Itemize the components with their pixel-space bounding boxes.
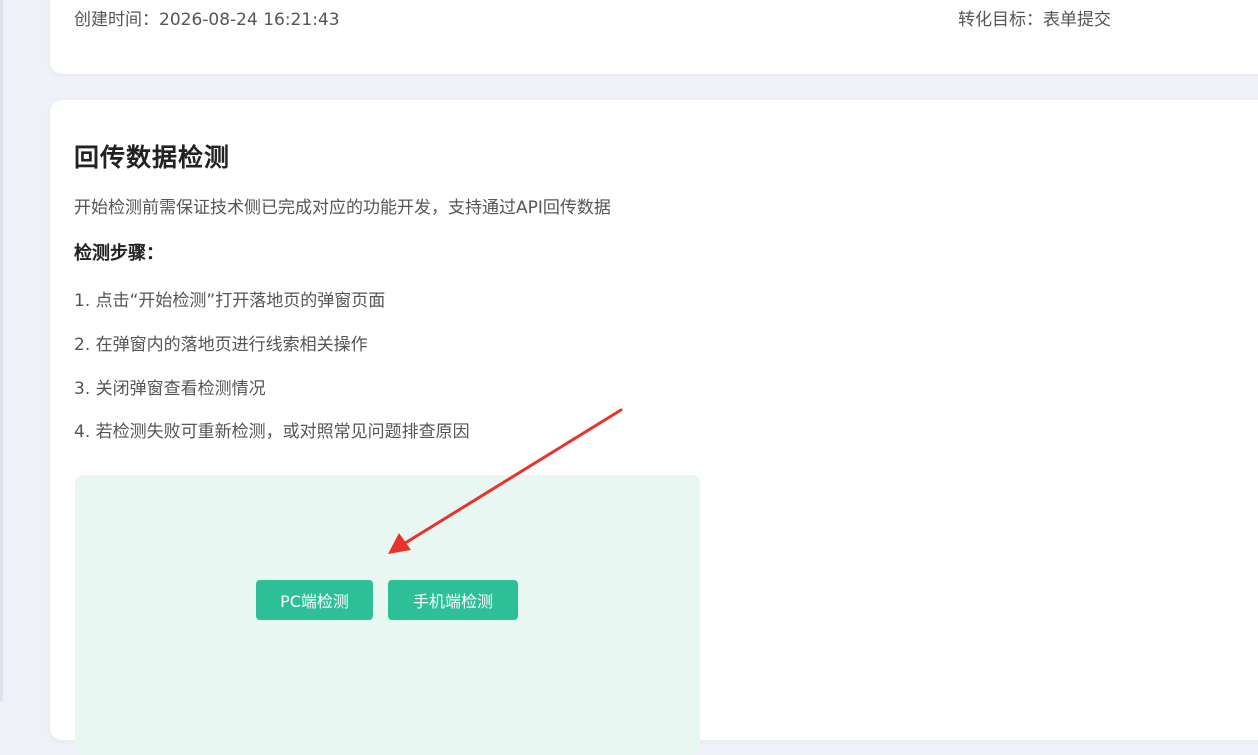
left-rail bbox=[0, 0, 3, 701]
section-description: 开始检测前需保证技术侧已完成对应的功能开发，支持通过API回传数据 bbox=[74, 198, 611, 218]
step-item: 2. 在弹窗内的落地页进行线索相关操作 bbox=[74, 335, 368, 355]
steps-heading: 检测步骤： bbox=[74, 243, 164, 264]
created-time: 创建时间：2026-08-24 16:21:43 bbox=[74, 10, 340, 30]
detection-card: 回传数据检测 开始检测前需保证技术侧已完成对应的功能开发，支持通过API回传数据… bbox=[50, 100, 1258, 755]
info-card: 创建时间：2026-08-24 16:21:43 转化目标：表单提交 bbox=[50, 0, 1258, 74]
step-item: 4. 若检测失败可重新检测，或对照常见问题排查原因 bbox=[74, 422, 470, 442]
step-item: 1. 点击“开始检测”打开落地页的弹窗页面 bbox=[74, 291, 386, 311]
mobile-check-button[interactable]: 手机端检测 bbox=[388, 580, 518, 620]
section-title: 回传数据检测 bbox=[74, 143, 231, 172]
conversion-goal: 转化目标：表单提交 bbox=[958, 10, 1111, 30]
step-item: 3. 关闭弹窗查看检测情况 bbox=[74, 379, 266, 399]
pc-check-button[interactable]: PC端检测 bbox=[256, 580, 373, 620]
check-panel: PC端检测 手机端检测 bbox=[75, 475, 700, 755]
